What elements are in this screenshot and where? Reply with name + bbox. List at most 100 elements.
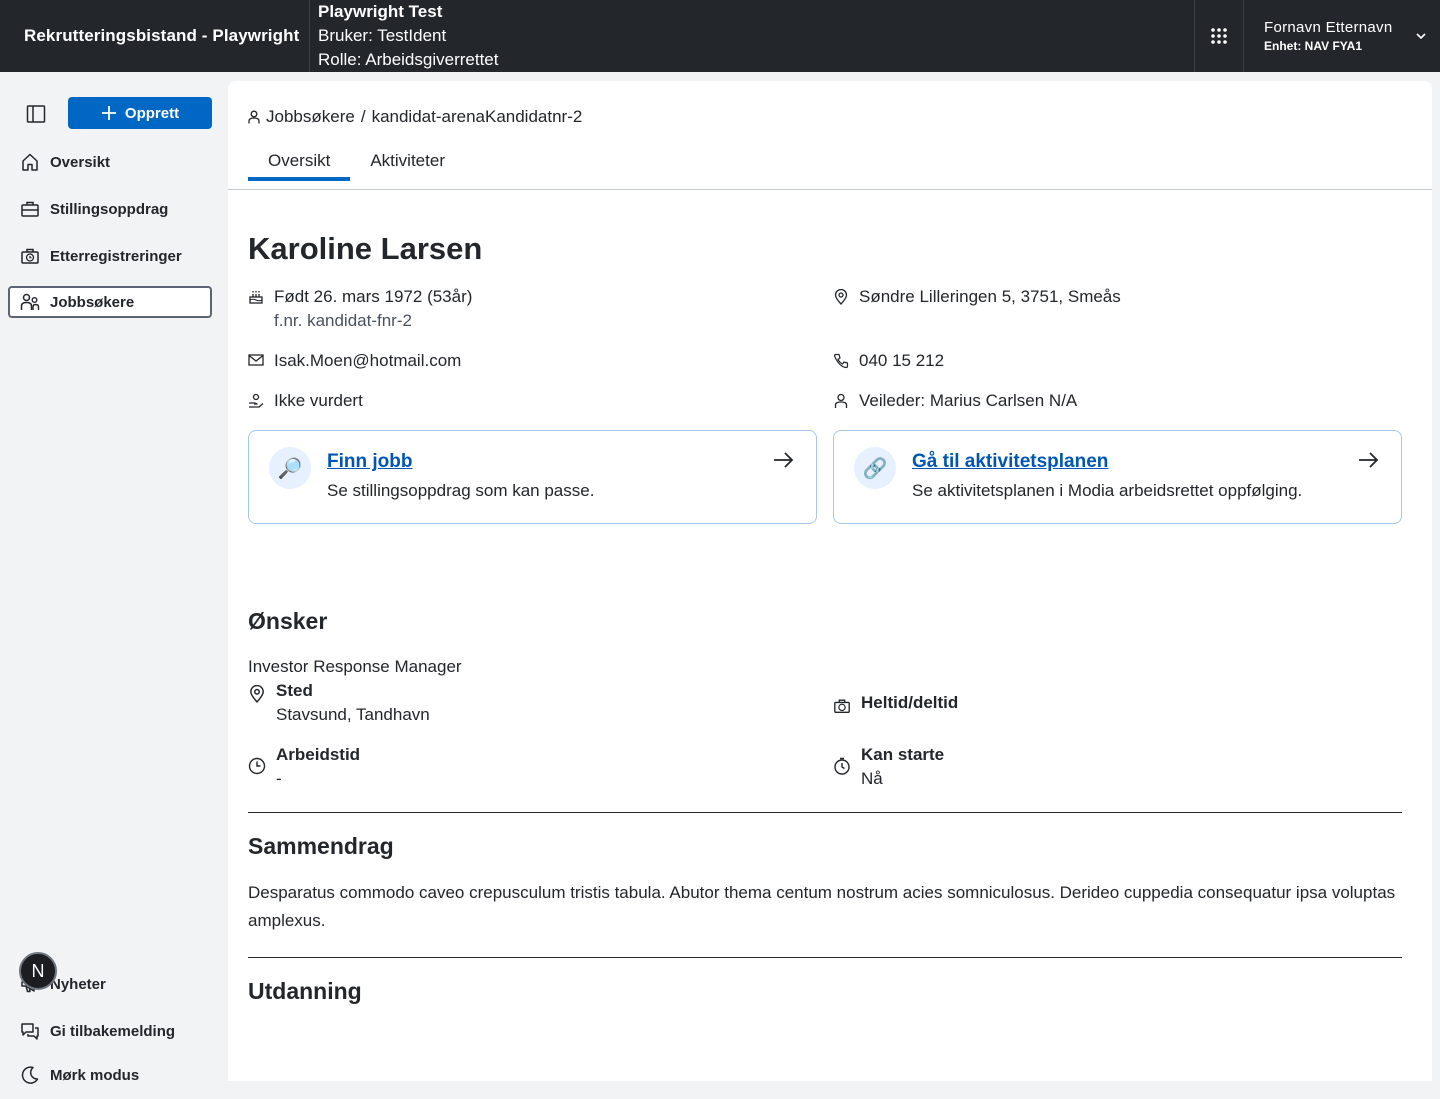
envelope-icon bbox=[248, 354, 264, 366]
user-unit: Enhet: NAV FYA1 bbox=[1264, 39, 1363, 53]
phone-info: 040 15 212 bbox=[833, 349, 944, 373]
sidebar-toggle-button[interactable] bbox=[22, 100, 50, 128]
user-menu-button[interactable]: Fornavn Etternavn Enhet: NAV FYA1 bbox=[1244, 0, 1440, 72]
create-button-label: Opprett bbox=[124, 104, 180, 122]
find-job-desc: Se stillingsoppdrag som kan passe. bbox=[327, 481, 595, 500]
sidebar-item-label: Nyheter bbox=[50, 975, 106, 993]
breadcrumb-current: kandidat-arenaKandidatnr-2 bbox=[371, 107, 583, 126]
apps-menu-button[interactable] bbox=[1194, 0, 1244, 72]
sidebar-item-label: Stillingsoppdrag bbox=[50, 200, 169, 218]
location-pin-icon bbox=[250, 685, 264, 703]
email[interactable]: Isak.Moen@hotmail.com bbox=[274, 349, 461, 373]
clock-icon bbox=[248, 757, 266, 775]
breadcrumb-separator: / bbox=[360, 107, 366, 126]
tab-bar: Oversikt Aktiviteter bbox=[248, 141, 465, 181]
top-header: Rekrutteringsbistand - Playwright Playwr… bbox=[0, 0, 1440, 72]
environment-info: Playwright Test Bruker: TestIdent Rolle:… bbox=[310, 0, 506, 72]
moon-icon bbox=[21, 1066, 39, 1084]
timer-icon bbox=[834, 757, 850, 775]
user-name: Fornavn Etternavn bbox=[1264, 19, 1393, 36]
sidebar-item-label: Oversikt bbox=[50, 153, 111, 171]
sidebar-item-oversikt[interactable]: Oversikt bbox=[8, 146, 212, 178]
wish-fulltime: Heltid/deltid bbox=[833, 691, 958, 715]
env-title: Playwright Test bbox=[318, 2, 443, 21]
sidebar: Opprett Oversikt Stillingsoppdrag Etterr… bbox=[0, 72, 228, 1099]
education-heading: Utdanning bbox=[248, 978, 362, 1004]
location-pin-icon bbox=[834, 289, 848, 305]
phone-icon bbox=[833, 353, 849, 369]
address-info: Søndre Lilleringen 5, 3751, Smeås bbox=[833, 285, 1121, 309]
dev-tools-badge[interactable]: N bbox=[19, 952, 57, 990]
wish-worktime: Arbeidstid - bbox=[248, 743, 360, 791]
person-icon bbox=[248, 110, 260, 124]
env-role: Rolle: Arbeidsgiverrettet bbox=[318, 50, 499, 69]
grid-icon bbox=[1211, 28, 1227, 44]
find-job-card[interactable]: 🔎 Finn jobb Se stillingsoppdrag som kan … bbox=[248, 430, 817, 524]
sidebar-item-label: Etterregistreringer bbox=[50, 247, 182, 265]
sidebar-item-mork-modus[interactable]: Mørk modus bbox=[8, 1059, 212, 1091]
person-icon bbox=[834, 393, 848, 408]
wish-fulltime-label: Heltid/deltid bbox=[861, 693, 959, 712]
wish-worktime-value: - bbox=[276, 769, 282, 788]
fnr: f.nr. kandidat-fnr-2 bbox=[274, 311, 412, 330]
wish-start-value: Nå bbox=[861, 769, 883, 788]
wish-worktime-label: Arbeidstid bbox=[276, 745, 361, 764]
candidate-name: Karoline Larsen bbox=[248, 231, 483, 266]
email-info: Isak.Moen@hotmail.com bbox=[248, 349, 461, 373]
wish-place: Sted Stavsund, Tandhavn bbox=[248, 679, 430, 727]
sidebar-panel-icon bbox=[26, 105, 46, 123]
tab-aktiviteter[interactable]: Aktiviteter bbox=[350, 141, 465, 181]
wish-place-label: Sted bbox=[276, 681, 313, 700]
chat-icon bbox=[21, 1023, 39, 1040]
activity-plan-link[interactable]: Gå til aktivitetsplanen bbox=[912, 449, 1302, 475]
section-divider bbox=[248, 957, 1402, 958]
plus-icon bbox=[101, 106, 116, 120]
main-content: Jobbsøkere / kandidat-arenaKandidatnr-2 … bbox=[228, 81, 1432, 1081]
sidebar-item-tilbakemelding[interactable]: Gi tilbakemelding bbox=[8, 1015, 212, 1047]
arrow-right-icon bbox=[774, 452, 794, 468]
find-job-link[interactable]: Finn jobb bbox=[327, 449, 594, 475]
wish-start-label: Kan starte bbox=[861, 745, 945, 764]
sidebar-item-jobbsokere[interactable]: Jobbsøkere bbox=[8, 286, 212, 318]
section-divider bbox=[248, 812, 1402, 813]
sidebar-item-etterregistreringer[interactable]: Etterregistreringer bbox=[8, 240, 212, 272]
magnifier-icon: 🔎 bbox=[269, 447, 311, 489]
hand-person-icon bbox=[249, 393, 264, 408]
wish-start: Kan starte Nå bbox=[833, 743, 944, 791]
app-title[interactable]: Rekrutteringsbistand - Playwright bbox=[0, 0, 310, 72]
breadcrumb: Jobbsøkere / kandidat-arenaKandidatnr-2 bbox=[248, 107, 582, 127]
cake-icon bbox=[249, 291, 263, 304]
birth-info: Født 26. mars 1972 (53år) f.nr. kandidat… bbox=[248, 285, 472, 333]
sidebar-item-label: Jobbsøkere bbox=[50, 293, 135, 311]
activity-plan-card[interactable]: 🔗 Gå til aktivitetsplanen Se aktivitetsp… bbox=[833, 430, 1402, 524]
briefcase-clock-icon bbox=[834, 699, 850, 713]
activity-plan-desc: Se aktivitetsplanen i Modia arbeidsrette… bbox=[912, 481, 1303, 500]
briefcase-clock-icon bbox=[21, 248, 39, 264]
breadcrumb-jobbsokere[interactable]: Jobbsøkere bbox=[266, 107, 355, 127]
wish-place-value: Stavsund, Tandhavn bbox=[276, 705, 430, 724]
phone: 040 15 212 bbox=[859, 351, 945, 370]
tab-oversikt[interactable]: Oversikt bbox=[248, 141, 351, 181]
briefcase-icon bbox=[21, 201, 39, 217]
wished-job: Investor Response Manager bbox=[248, 657, 462, 676]
persons-icon bbox=[20, 293, 40, 310]
env-user: Bruker: TestIdent bbox=[318, 26, 447, 45]
link-icon: 🔗 bbox=[854, 447, 896, 489]
assessment-info: Ikke vurdert bbox=[248, 389, 363, 413]
assessment: Ikke vurdert bbox=[274, 391, 363, 410]
wishes-heading: Ønsker bbox=[248, 608, 328, 634]
house-icon bbox=[22, 153, 38, 171]
supervisor: Veileder: Marius Carlsen N/A bbox=[859, 391, 1078, 410]
summary-heading: Sammendrag bbox=[248, 833, 394, 859]
sidebar-item-label: Mørk modus bbox=[50, 1066, 140, 1084]
create-button[interactable]: Opprett bbox=[68, 97, 212, 129]
sidebar-item-label: Gi tilbakemelding bbox=[50, 1022, 176, 1040]
address: Søndre Lilleringen 5, 3751, Smeås bbox=[859, 287, 1121, 306]
supervisor-info: Veileder: Marius Carlsen N/A bbox=[833, 389, 1077, 413]
arrow-right-icon bbox=[1359, 452, 1379, 468]
summary-text: Desparatus commodo caveo crepusculum tri… bbox=[248, 883, 1396, 930]
birth-date: Født 26. mars 1972 (53år) bbox=[274, 287, 473, 306]
sidebar-item-stillingsoppdrag[interactable]: Stillingsoppdrag bbox=[8, 193, 212, 225]
chevron-down-icon bbox=[1416, 33, 1426, 40]
tab-divider bbox=[228, 189, 1432, 190]
